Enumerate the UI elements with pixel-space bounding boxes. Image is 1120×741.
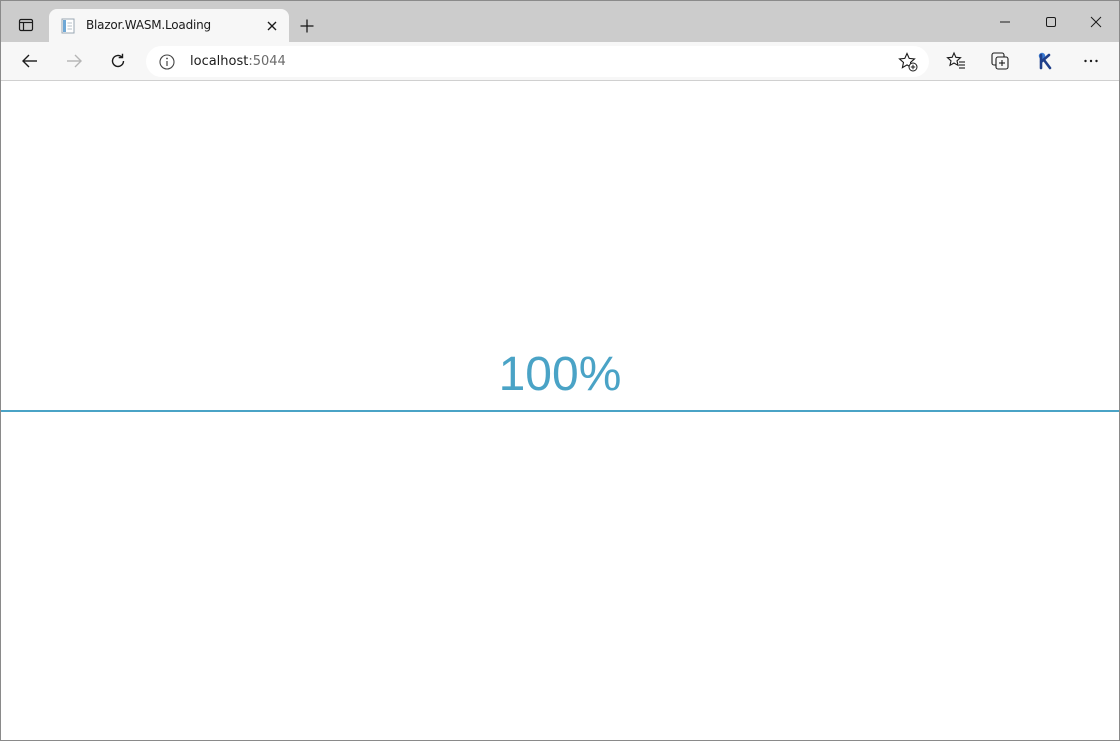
loading-progress-bar bbox=[1, 410, 1119, 412]
forward-arrow-icon bbox=[67, 54, 82, 68]
loading-progress-fill bbox=[1, 410, 1119, 412]
back-arrow-icon bbox=[22, 54, 37, 68]
close-tab-button[interactable] bbox=[261, 16, 283, 36]
favorites-button[interactable] bbox=[941, 46, 971, 76]
page-content: 100% bbox=[1, 81, 1119, 740]
forward-button[interactable] bbox=[59, 46, 89, 76]
browser-toolbar: localhost:5044 bbox=[1, 42, 1119, 81]
tab-title: Blazor.WASM.Loading bbox=[86, 18, 211, 32]
extension-button[interactable] bbox=[1031, 46, 1061, 76]
more-icon bbox=[1084, 59, 1098, 63]
browser-window: Blazor.WASM.Loading localhost:5044 100% bbox=[0, 0, 1120, 741]
collections-icon bbox=[991, 52, 1009, 70]
url-host: localhost bbox=[190, 54, 249, 69]
refresh-button[interactable] bbox=[103, 46, 133, 76]
active-tab[interactable]: Blazor.WASM.Loading bbox=[49, 9, 289, 42]
url-text[interactable]: localhost:5044 bbox=[190, 54, 286, 69]
address-bar[interactable]: localhost:5044 bbox=[146, 46, 929, 77]
maximize-icon bbox=[1046, 16, 1056, 27]
loading-percent: 100% bbox=[498, 348, 622, 401]
tab-actions-button[interactable] bbox=[10, 10, 42, 40]
extension-k-icon bbox=[1038, 52, 1052, 70]
close-icon bbox=[267, 21, 277, 31]
info-icon[interactable] bbox=[158, 53, 176, 71]
url-port: :5044 bbox=[248, 54, 286, 69]
tab-strip: Blazor.WASM.Loading bbox=[1, 1, 1119, 42]
minimize-button[interactable] bbox=[982, 1, 1028, 42]
close-icon bbox=[1090, 16, 1102, 27]
back-button[interactable] bbox=[15, 46, 45, 76]
tab-actions-icon bbox=[18, 18, 34, 32]
page-icon bbox=[61, 18, 75, 34]
plus-icon bbox=[300, 19, 314, 33]
collections-button[interactable] bbox=[985, 46, 1015, 76]
maximize-button[interactable] bbox=[1028, 1, 1074, 42]
more-button[interactable] bbox=[1076, 46, 1106, 76]
minimize-icon bbox=[1000, 21, 1010, 22]
favorites-icon bbox=[946, 51, 965, 69]
new-tab-button[interactable] bbox=[294, 13, 320, 39]
refresh-icon bbox=[111, 53, 125, 68]
close-window-button[interactable] bbox=[1073, 1, 1119, 42]
star-add-icon[interactable] bbox=[898, 52, 918, 72]
